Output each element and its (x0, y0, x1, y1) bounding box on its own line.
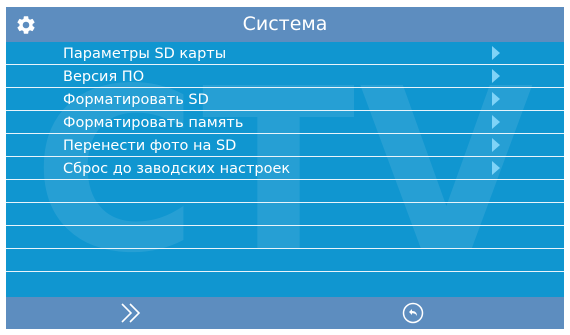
menu-item[interactable]: Параметры SD карты (6, 42, 564, 65)
chevron-right-icon[interactable] (492, 115, 500, 129)
menu-item[interactable]: Форматировать память (6, 111, 564, 134)
chevron-right-icon[interactable] (492, 138, 500, 152)
menu-item-empty (6, 226, 564, 249)
chevron-right-icon[interactable] (492, 92, 500, 106)
return-arrow-icon[interactable] (402, 302, 424, 324)
menu-item-label: Версия ПО (63, 69, 145, 85)
menu-item-label: Параметры SD карты (63, 46, 227, 62)
menu-item-label: Форматировать SD (63, 92, 209, 108)
menu-item-label: Сброс до заводских настроек (63, 161, 291, 177)
settings-menu: Параметры SD карты Версия ПО Форматировать… (6, 42, 564, 272)
menu-item-label: Перенести фото на SD (63, 138, 237, 154)
double-chevron-right-icon[interactable] (118, 299, 144, 327)
footer-bar (6, 297, 564, 329)
page-title: Система (242, 13, 328, 35)
menu-item-empty (6, 203, 564, 226)
chevron-right-icon[interactable] (492, 161, 500, 175)
menu-item[interactable]: Форматировать SD (6, 88, 564, 111)
menu-item-label: Форматировать память (63, 115, 244, 131)
menu-item[interactable]: Сброс до заводских настроек (6, 157, 564, 180)
chevron-right-icon[interactable] (492, 69, 500, 83)
menu-item[interactable]: Перенести фото на SD (6, 134, 564, 157)
menu-item-empty (6, 249, 564, 272)
menu-item[interactable]: Версия ПО (6, 65, 564, 88)
header-bar: Система (6, 7, 564, 42)
menu-item-empty (6, 180, 564, 203)
chevron-right-icon[interactable] (492, 46, 500, 60)
system-screen: CTV Система Параметры SD карты Версия ПО Ф… (6, 7, 564, 329)
